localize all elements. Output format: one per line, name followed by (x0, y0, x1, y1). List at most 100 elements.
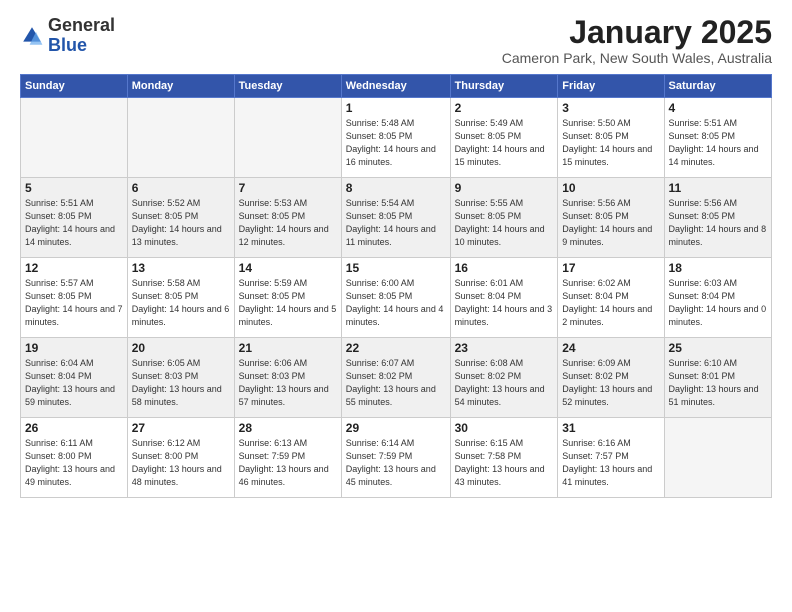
day-info: Sunrise: 5:56 AM Sunset: 8:05 PM Dayligh… (562, 197, 659, 249)
day-number: 13 (132, 261, 230, 275)
calendar-cell: 20 Sunrise: 6:05 AM Sunset: 8:03 PM Dayli… (127, 338, 234, 418)
calendar-cell: 30Sunrise: 6:15 AM Sunset: 7:58 PM Dayli… (450, 418, 558, 498)
week-row-2: 12 Sunrise: 5:57 AM Sunset: 8:05 PM Dayli… (21, 258, 772, 338)
day-number: 28 (239, 421, 337, 435)
day-info: Sunrise: 5:56 AM Sunset: 8:05 PM Dayligh… (669, 197, 767, 249)
calendar-cell (127, 98, 234, 178)
day-number: 11 (669, 181, 767, 195)
day-info: Sunrise: 6:16 AM Sunset: 7:57 PM Dayligh… (562, 437, 659, 489)
weekday-header-row: Sunday Monday Tuesday Wednesday Thursday… (21, 75, 772, 98)
day-number: 20 (132, 341, 230, 355)
calendar-cell: 10 Sunrise: 5:56 AM Sunset: 8:05 PM Dayli… (558, 178, 664, 258)
day-number: 3 (562, 101, 659, 115)
header-saturday: Saturday (664, 75, 771, 98)
day-number: 4 (669, 101, 767, 115)
calendar-cell: 27Sunrise: 6:12 AM Sunset: 8:00 PM Dayli… (127, 418, 234, 498)
calendar-table: Sunday Monday Tuesday Wednesday Thursday… (20, 74, 772, 498)
calendar-cell: 6 Sunrise: 5:52 AM Sunset: 8:05 PM Daylig… (127, 178, 234, 258)
header-tuesday: Tuesday (234, 75, 341, 98)
calendar-cell: 9 Sunrise: 5:55 AM Sunset: 8:05 PM Daylig… (450, 178, 558, 258)
header-thursday: Thursday (450, 75, 558, 98)
calendar-cell: 4 Sunrise: 5:51 AM Sunset: 8:05 PM Daylig… (664, 98, 771, 178)
day-number: 7 (239, 181, 337, 195)
day-number: 18 (669, 261, 767, 275)
week-row-0: 1 Sunrise: 5:48 AM Sunset: 8:05 PM Daylig… (21, 98, 772, 178)
day-info: Sunrise: 5:51 AM Sunset: 8:05 PM Dayligh… (669, 117, 767, 169)
day-number: 29 (346, 421, 446, 435)
day-number: 14 (239, 261, 337, 275)
week-row-3: 19 Sunrise: 6:04 AM Sunset: 8:04 PM Dayli… (21, 338, 772, 418)
calendar-cell: 3 Sunrise: 5:50 AM Sunset: 8:05 PM Daylig… (558, 98, 664, 178)
calendar-cell: 21 Sunrise: 6:06 AM Sunset: 8:03 PM Dayli… (234, 338, 341, 418)
calendar-cell: 5 Sunrise: 5:51 AM Sunset: 8:05 PM Daylig… (21, 178, 128, 258)
day-number: 15 (346, 261, 446, 275)
day-info: Sunrise: 5:51 AM Sunset: 8:05 PM Dayligh… (25, 197, 123, 249)
calendar-cell: 23 Sunrise: 6:08 AM Sunset: 8:02 PM Dayli… (450, 338, 558, 418)
day-info: Sunrise: 5:55 AM Sunset: 8:05 PM Dayligh… (455, 197, 554, 249)
day-info: Sunrise: 6:05 AM Sunset: 8:03 PM Dayligh… (132, 357, 230, 409)
day-number: 8 (346, 181, 446, 195)
title-block: January 2025 Cameron Park, New South Wal… (502, 16, 772, 66)
day-number: 26 (25, 421, 123, 435)
calendar-cell: 18 Sunrise: 6:03 AM Sunset: 8:04 PM Dayli… (664, 258, 771, 338)
calendar-cell (664, 418, 771, 498)
logo-icon (20, 24, 44, 48)
logo-blue: Blue (48, 35, 87, 55)
day-number: 30 (455, 421, 554, 435)
day-number: 9 (455, 181, 554, 195)
week-row-1: 5 Sunrise: 5:51 AM Sunset: 8:05 PM Daylig… (21, 178, 772, 258)
day-number: 2 (455, 101, 554, 115)
day-info: Sunrise: 5:48 AM Sunset: 8:05 PM Dayligh… (346, 117, 446, 169)
header-friday: Friday (558, 75, 664, 98)
calendar-cell: 24Sunrise: 6:09 AM Sunset: 8:02 PM Dayli… (558, 338, 664, 418)
day-info: Sunrise: 5:49 AM Sunset: 8:05 PM Dayligh… (455, 117, 554, 169)
day-info: Sunrise: 6:06 AM Sunset: 8:03 PM Dayligh… (239, 357, 337, 409)
calendar-cell: 14 Sunrise: 5:59 AM Sunset: 8:05 PM Dayli… (234, 258, 341, 338)
day-number: 12 (25, 261, 123, 275)
day-info: Sunrise: 6:00 AM Sunset: 8:05 PM Dayligh… (346, 277, 446, 329)
day-number: 21 (239, 341, 337, 355)
day-number: 24 (562, 341, 659, 355)
header-wednesday: Wednesday (341, 75, 450, 98)
day-number: 27 (132, 421, 230, 435)
day-info: Sunrise: 6:04 AM Sunset: 8:04 PM Dayligh… (25, 357, 123, 409)
day-number: 31 (562, 421, 659, 435)
location-subtitle: Cameron Park, New South Wales, Australia (502, 50, 772, 66)
calendar-cell: 13Sunrise: 5:58 AM Sunset: 8:05 PM Dayli… (127, 258, 234, 338)
day-info: Sunrise: 6:14 AM Sunset: 7:59 PM Dayligh… (346, 437, 446, 489)
calendar-cell: 25 Sunrise: 6:10 AM Sunset: 8:01 PM Dayli… (664, 338, 771, 418)
calendar-cell (234, 98, 341, 178)
day-info: Sunrise: 6:08 AM Sunset: 8:02 PM Dayligh… (455, 357, 554, 409)
day-number: 19 (25, 341, 123, 355)
header-monday: Monday (127, 75, 234, 98)
calendar-cell: 15 Sunrise: 6:00 AM Sunset: 8:05 PM Dayli… (341, 258, 450, 338)
calendar-cell: 19 Sunrise: 6:04 AM Sunset: 8:04 PM Dayli… (21, 338, 128, 418)
day-info: Sunrise: 5:50 AM Sunset: 8:05 PM Dayligh… (562, 117, 659, 169)
day-info: Sunrise: 6:02 AM Sunset: 8:04 PM Dayligh… (562, 277, 659, 329)
calendar-cell: 8Sunrise: 5:54 AM Sunset: 8:05 PM Daylig… (341, 178, 450, 258)
day-info: Sunrise: 5:59 AM Sunset: 8:05 PM Dayligh… (239, 277, 337, 329)
month-title: January 2025 (502, 16, 772, 48)
calendar-cell: 26Sunrise: 6:11 AM Sunset: 8:00 PM Dayli… (21, 418, 128, 498)
day-number: 6 (132, 181, 230, 195)
day-number: 1 (346, 101, 446, 115)
logo-general: General (48, 15, 115, 35)
calendar-cell: 31 Sunrise: 6:16 AM Sunset: 7:57 PM Dayli… (558, 418, 664, 498)
header-sunday: Sunday (21, 75, 128, 98)
day-info: Sunrise: 6:10 AM Sunset: 8:01 PM Dayligh… (669, 357, 767, 409)
day-info: Sunrise: 6:01 AM Sunset: 8:04 PM Dayligh… (455, 277, 554, 329)
calendar-cell: 2 Sunrise: 5:49 AM Sunset: 8:05 PM Daylig… (450, 98, 558, 178)
day-info: Sunrise: 6:13 AM Sunset: 7:59 PM Dayligh… (239, 437, 337, 489)
day-number: 25 (669, 341, 767, 355)
day-number: 5 (25, 181, 123, 195)
calendar-cell: 22Sunrise: 6:07 AM Sunset: 8:02 PM Dayli… (341, 338, 450, 418)
calendar-cell: 29 Sunrise: 6:14 AM Sunset: 7:59 PM Dayli… (341, 418, 450, 498)
calendar-cell: 12 Sunrise: 5:57 AM Sunset: 8:05 PM Dayli… (21, 258, 128, 338)
day-number: 10 (562, 181, 659, 195)
day-info: Sunrise: 5:52 AM Sunset: 8:05 PM Dayligh… (132, 197, 230, 249)
day-info: Sunrise: 5:53 AM Sunset: 8:05 PM Dayligh… (239, 197, 337, 249)
day-info: Sunrise: 6:07 AM Sunset: 8:02 PM Dayligh… (346, 357, 446, 409)
day-info: Sunrise: 6:03 AM Sunset: 8:04 PM Dayligh… (669, 277, 767, 329)
day-number: 23 (455, 341, 554, 355)
day-info: Sunrise: 5:57 AM Sunset: 8:05 PM Dayligh… (25, 277, 123, 329)
